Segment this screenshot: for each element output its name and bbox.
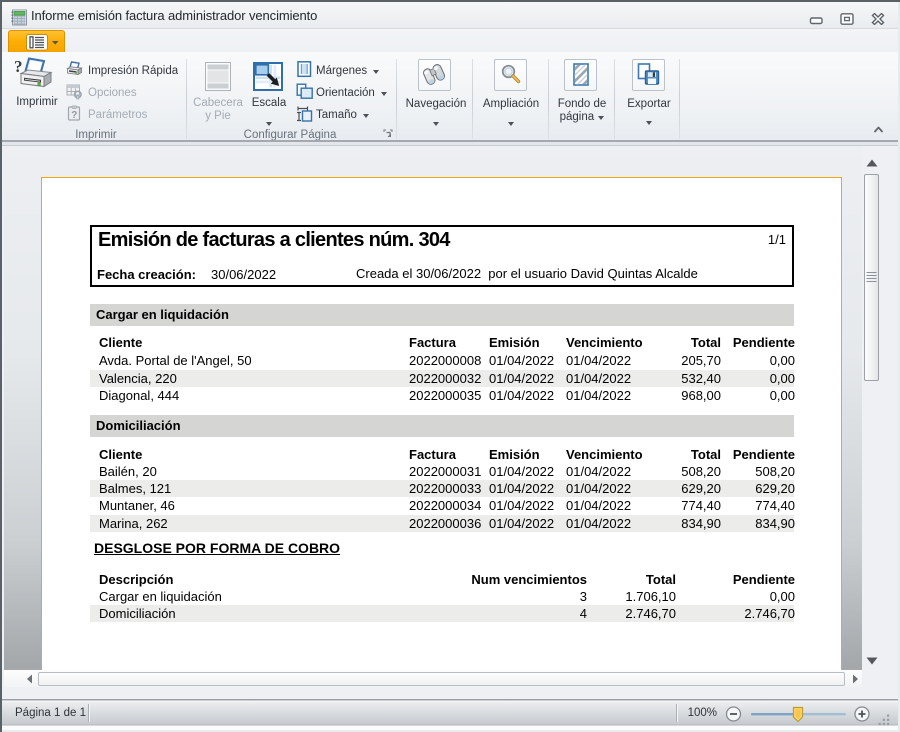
svg-text:?: ?	[71, 110, 77, 121]
